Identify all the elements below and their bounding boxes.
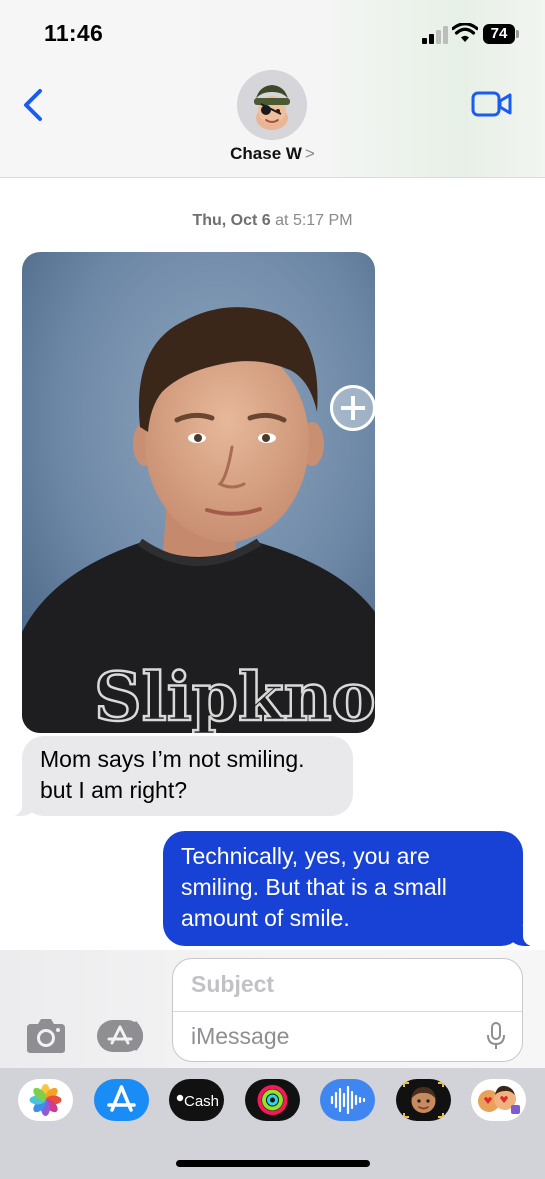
timestamp-time: 5:17 PM [292,212,353,229]
cellular-signal-icon [422,26,448,44]
field-divider [173,1011,522,1012]
home-indicator[interactable] [176,1160,370,1167]
photo-attachment[interactable]: Slipknot [22,252,375,733]
cash-label: Cash [184,1093,219,1110]
chevron-right-icon: > [304,144,315,163]
app-store-apps-icon[interactable] [95,1019,150,1053]
incoming-message-bubble[interactable]: Mom says I’m not smiling. but I am right… [10,736,353,816]
camera-icon[interactable] [24,1018,68,1054]
apple-cash-button[interactable]: Cash [169,1079,224,1121]
memoji-button[interactable] [396,1079,451,1121]
fitness-button[interactable] [245,1079,300,1121]
photos-icon [18,1079,73,1121]
memoji-icon [396,1079,451,1121]
battery-indicator: 74 [483,24,519,44]
facetime-video-icon[interactable] [471,90,513,118]
shirt-print: Slipknot [94,658,375,733]
status-bar: 11:46 74 [0,0,545,64]
cash-icon: Cash [169,1079,224,1121]
message-timestamp: Thu, Oct 6 at 5:17 PM [0,212,545,230]
outgoing-message-bubble[interactable]: Technically, yes, you are smiling. But t… [163,831,535,946]
memoji-stickers-button[interactable] [471,1079,526,1121]
subject-input[interactable]: Subject [191,971,274,998]
outgoing-message-text: Technically, yes, you are smiling. But t… [181,843,447,931]
contact-avatar[interactable] [237,70,307,140]
wifi-icon [452,23,478,42]
app-store-button[interactable] [94,1079,149,1121]
microphone-icon[interactable] [486,1021,506,1051]
status-time: 11:46 [44,20,104,46]
timestamp-at: at [270,212,293,229]
activity-rings-icon [245,1079,300,1121]
plus-icon[interactable] [330,385,376,431]
battery-nub [516,30,519,38]
school-portrait-image: Slipknot [22,252,375,733]
back-chevron-icon[interactable] [20,88,46,122]
contact-name-button[interactable]: Chase W > [0,144,545,164]
incoming-message-text: Mom says I’m not smiling. but I am right… [40,746,305,803]
app-store-icon [94,1079,149,1121]
battery-level: 74 [483,24,515,44]
photos-app-button[interactable] [18,1079,73,1121]
imessage-input[interactable]: iMessage [191,1023,289,1050]
waveform-icon [320,1079,375,1121]
memoji-stickers-icon [471,1079,526,1121]
contact-name: Chase W [230,144,302,163]
audio-message-button[interactable] [320,1079,375,1121]
timestamp-day: Thu, Oct 6 [192,212,271,229]
message-compose-field[interactable]: Subject iMessage [172,958,523,1062]
memoji-avatar-icon [237,70,307,140]
